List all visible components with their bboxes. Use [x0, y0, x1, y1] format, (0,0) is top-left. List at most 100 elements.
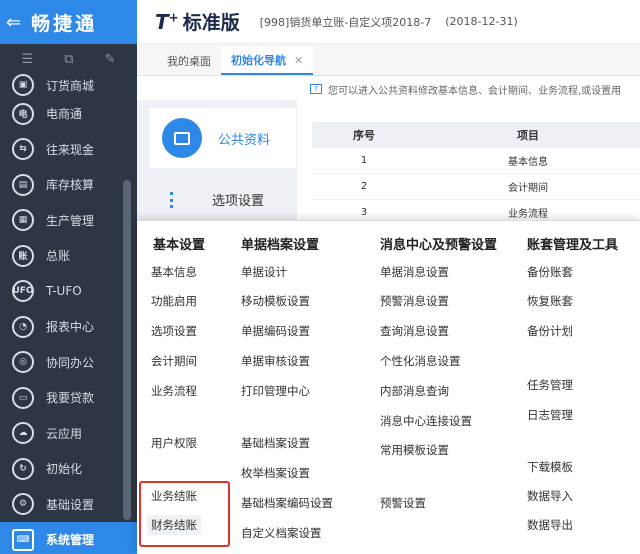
menu-item-accounting-period[interactable]: 会计期间 — [151, 353, 197, 369]
menu-item-feature-enable[interactable]: 功能启用 — [151, 293, 197, 309]
info-text: 您可以进入公共资料修改基本信息、会计期间、业务流程,或设置用 — [328, 85, 622, 97]
menu-item-base-archive[interactable]: 基础档案设置 — [241, 435, 310, 451]
menu-item-doc-audit[interactable]: 单据审核设置 — [241, 353, 310, 369]
menu-item-doc-design[interactable]: 单据设计 — [241, 264, 287, 280]
menu-item-common-template[interactable]: 常用模板设置 — [380, 442, 449, 458]
menu-item-data-import[interactable]: 数据导入 — [527, 488, 573, 504]
table-row[interactable]: 2 会计期间 — [312, 174, 640, 200]
cash-icon: ⇆ — [12, 138, 34, 161]
sidebar-item[interactable]: ▣ 订货商城 — [0, 74, 137, 96]
sidebar-item[interactable]: ⇆ 往来现金 — [0, 132, 137, 168]
sidebar-item-label: 库存核算 — [46, 178, 95, 193]
tab-init-guide[interactable]: 初始化导航 ✕ — [221, 47, 314, 75]
highlight-box — [139, 481, 230, 547]
sidebar-item[interactable]: ⌨ 系统管理 — [0, 522, 137, 554]
col-header-index: 序号 — [353, 129, 375, 142]
menu-col-tools-title: 账套管理及工具 — [527, 238, 619, 253]
menu-item-download-template[interactable]: 下载模板 — [527, 459, 573, 475]
menu-item-backup-plan[interactable]: 备份计划 — [527, 323, 573, 339]
menu-col-basic-title: 基本设置 — [153, 238, 206, 253]
menu-col-docs-title: 单据档案设置 — [241, 238, 320, 253]
edit-icon[interactable]: ✎ — [105, 52, 116, 67]
sidebar-item[interactable]: ↻ 初始化 — [0, 451, 137, 487]
cell-index: 1 — [360, 155, 368, 166]
sidebar-item[interactable]: ▤ 库存核算 — [0, 167, 137, 203]
menu-item-business-flow[interactable]: 业务流程 — [151, 383, 197, 399]
cloud-icon: ☁ — [12, 422, 34, 445]
settings-icon: ⚙ — [12, 493, 34, 516]
sidebar-item[interactable]: ☁ 云应用 — [0, 416, 137, 452]
sidebar-item[interactable]: 电电商通 — [0, 96, 137, 132]
sidebar-item-label: 初始化 — [46, 462, 83, 477]
tab-label: 初始化导航 — [231, 54, 286, 67]
account-date: (2018-12-31) — [445, 15, 518, 28]
menu-item-query-message[interactable]: 查询消息设置 — [380, 323, 449, 339]
sidebar-item-label: 我要贷款 — [46, 391, 95, 406]
menu-item-enum-archive[interactable]: 枚举档案设置 — [241, 465, 310, 481]
menu-item-user-permissions[interactable]: 用户权限 — [151, 435, 197, 451]
sidebar-item[interactable]: ▦ 生产管理 — [0, 203, 137, 239]
info-tip: ? 您可以进入公共资料修改基本信息、会计期间、业务流程,或设置用 — [310, 78, 640, 100]
sidebar-item-label: 生产管理 — [46, 213, 95, 228]
layers-icon[interactable]: ⧉ — [64, 52, 73, 67]
menu-item-personal-message[interactable]: 个性化消息设置 — [380, 353, 461, 369]
sidebar-item[interactable]: ◔ 报表中心 — [0, 309, 137, 345]
ecommerce-icon: 电 — [12, 102, 34, 125]
cell-index: 2 — [360, 181, 368, 192]
collab-icon: ◎ — [12, 351, 34, 374]
tab-label: 我的桌面 — [167, 55, 211, 68]
loan-icon: ▭ — [12, 386, 34, 409]
edition-label: 标准版 — [182, 12, 240, 34]
ufo-icon: UFO — [12, 280, 34, 303]
sidebar-item-label: 订货商城 — [46, 78, 95, 93]
menu-item-doc-message[interactable]: 单据消息设置 — [380, 264, 449, 280]
table-row[interactable]: 1 基本信息 — [312, 148, 640, 174]
menu-item-options[interactable]: 选项设置 — [151, 323, 197, 339]
briefcase-icon — [162, 118, 202, 158]
menu-item-custom-archive[interactable]: 自定义档案设置 — [241, 525, 322, 541]
menu-item-data-export[interactable]: 数据导出 — [527, 517, 573, 533]
sidebar-item[interactable]: ▭ 我要贷款 — [0, 380, 137, 416]
app-header: T+ 标准版 [998]销货单立账-自定义项2018-7 (2018-12-31… — [137, 0, 640, 44]
close-icon[interactable]: ✕ — [294, 54, 303, 67]
menu-item-mobile-template[interactable]: 移动模板设置 — [241, 293, 310, 309]
sidebar-item-label: 基础设置 — [46, 497, 95, 512]
nav-public-data[interactable]: 公共资料 — [150, 108, 296, 168]
menu-item-alert-message[interactable]: 预警消息设置 — [380, 293, 449, 309]
menu-item-alert-settings[interactable]: 预警设置 — [380, 495, 426, 511]
menu-item-internal-message[interactable]: 内部消息查询 — [380, 383, 449, 399]
sidebar-item-label: 协同办公 — [46, 355, 95, 370]
menu-item-basic-info[interactable]: 基本信息 — [151, 264, 197, 280]
menu-item-backup[interactable]: 备份账套 — [527, 264, 573, 280]
system-icon: ⌨ — [12, 528, 34, 551]
menu-item-doc-code[interactable]: 单据编码设置 — [241, 323, 310, 339]
sidebar-item-label: 云应用 — [46, 426, 83, 441]
table-header: 序号 项目 — [312, 122, 640, 148]
sidebar-scrollbar[interactable] — [123, 180, 131, 520]
sidebar-item-label: 总账 — [46, 249, 71, 264]
menu-icon[interactable]: ☰ — [22, 52, 34, 67]
sidebar-item-label: 系统管理 — [46, 533, 95, 548]
tab-desktop[interactable]: 我的桌面 — [157, 47, 221, 75]
menu-item-log-management[interactable]: 日志管理 — [527, 407, 573, 423]
sidebar-item[interactable]: ◎ 协同办公 — [0, 345, 137, 381]
guide-table: 序号 项目 1 基本信息 2 会计期间 3 业务流程 — [312, 122, 640, 226]
menu-item-message-connection[interactable]: 消息中心连接设置 — [380, 413, 472, 429]
menu-col-messages-title: 消息中心及预警设置 — [380, 238, 498, 253]
cell-item: 基本信息 — [508, 157, 548, 168]
sidebar-item[interactable]: ⚙ 基础设置 — [0, 487, 137, 523]
sidebar-item-label: 报表中心 — [46, 320, 95, 335]
cell-item: 会计期间 — [508, 183, 548, 194]
nav-option-label: 选项设置 — [212, 194, 265, 209]
sidebar-item[interactable]: UFO T-UFO — [0, 274, 137, 310]
menu-item-print-center[interactable]: 打印管理中心 — [241, 383, 310, 399]
init-icon: ↻ — [12, 457, 34, 480]
arrow-left-icon[interactable]: ⇐ — [6, 12, 21, 33]
menu-item-task-management[interactable]: 任务管理 — [527, 377, 573, 393]
sidebar-item-label: T-UFO — [46, 284, 82, 299]
menu-item-restore[interactable]: 恢复账套 — [527, 293, 573, 309]
col-header-item: 项目 — [517, 129, 539, 142]
menu-item-archive-code[interactable]: 基础档案编码设置 — [241, 495, 333, 511]
nav-option-settings[interactable]: 选项设置 — [170, 190, 264, 209]
sidebar-item[interactable]: 账总账 — [0, 238, 137, 274]
